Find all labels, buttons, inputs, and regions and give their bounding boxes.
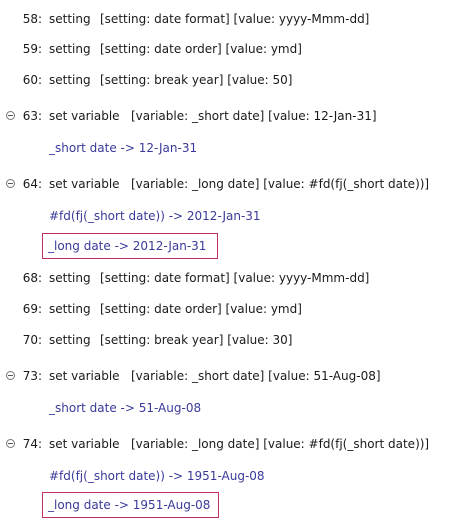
script-line-60: 60: setting [setting: break year] [value…	[0, 70, 457, 90]
line-number: 63:	[22, 109, 42, 123]
script-line-68: 68: setting [setting: date format] [valu…	[0, 268, 457, 288]
highlighted-result: _long date -> 2012-Jan-31	[42, 233, 218, 259]
line-number: 59:	[22, 42, 42, 56]
line-number: 64:	[22, 177, 42, 191]
command-name: setting	[49, 333, 91, 347]
script-line-74: 74: set variable [variable: _long date] …	[0, 434, 457, 454]
command-name: set variable	[49, 369, 120, 383]
command-args: [setting: break year] [value: 50]	[100, 73, 293, 87]
command-name: set variable	[49, 437, 120, 451]
line-number: 73:	[22, 369, 42, 383]
script-line-59: 59: setting [setting: date order] [value…	[0, 39, 457, 59]
line-number: 74:	[22, 437, 42, 451]
script-line-69: 69: setting [setting: date order] [value…	[0, 299, 457, 319]
command-args: [variable: _long date] [value: #fd(fj(_s…	[131, 177, 430, 191]
command-name: setting	[49, 271, 91, 285]
line-number: 60:	[22, 73, 42, 87]
script-line-73: 73: set variable [variable: _short date]…	[0, 366, 457, 386]
command-args: [variable: _long date] [value: #fd(fj(_s…	[131, 437, 430, 451]
command-name: setting	[49, 12, 91, 26]
command-name: set variable	[49, 177, 120, 191]
script-line-63: 63: set variable [variable: _short date]…	[0, 106, 457, 126]
trace-output: _short date -> 51-Aug-08	[49, 401, 202, 415]
line-number: 68:	[22, 271, 42, 285]
command-args: [variable: _short date] [value: 12-Jan-3…	[131, 109, 377, 123]
line-number: 70:	[22, 333, 42, 347]
command-args: [setting: date order] [value: ymd]	[100, 42, 302, 56]
script-line-64: 64: set variable [variable: _long date] …	[0, 174, 457, 194]
highlighted-result: _long date -> 1951-Aug-08	[42, 492, 219, 518]
script-line-58: 58: setting [setting: date format] [valu…	[0, 9, 457, 29]
command-args: [setting: break year] [value: 30]	[100, 333, 293, 347]
trace-output: #fd(fj(_short date)) -> 2012-Jan-31	[49, 209, 261, 223]
command-args: [setting: date order] [value: ymd]	[100, 302, 302, 316]
command-name: setting	[49, 302, 91, 316]
command-name: setting	[49, 73, 91, 87]
command-args: [setting: date format] [value: yyyy-Mmm-…	[100, 12, 370, 26]
command-name: setting	[49, 42, 91, 56]
line-number: 69:	[22, 302, 42, 316]
trace-output: #fd(fj(_short date)) -> 1951-Aug-08	[49, 469, 265, 483]
trace-output: _short date -> 12-Jan-31	[49, 141, 198, 155]
command-args: [variable: _short date] [value: 51-Aug-0…	[131, 369, 381, 383]
command-args: [setting: date format] [value: yyyy-Mmm-…	[100, 271, 370, 285]
script-line-70: 70: setting [setting: break year] [value…	[0, 330, 457, 350]
command-name: set variable	[49, 109, 120, 123]
line-number: 58:	[22, 12, 42, 26]
